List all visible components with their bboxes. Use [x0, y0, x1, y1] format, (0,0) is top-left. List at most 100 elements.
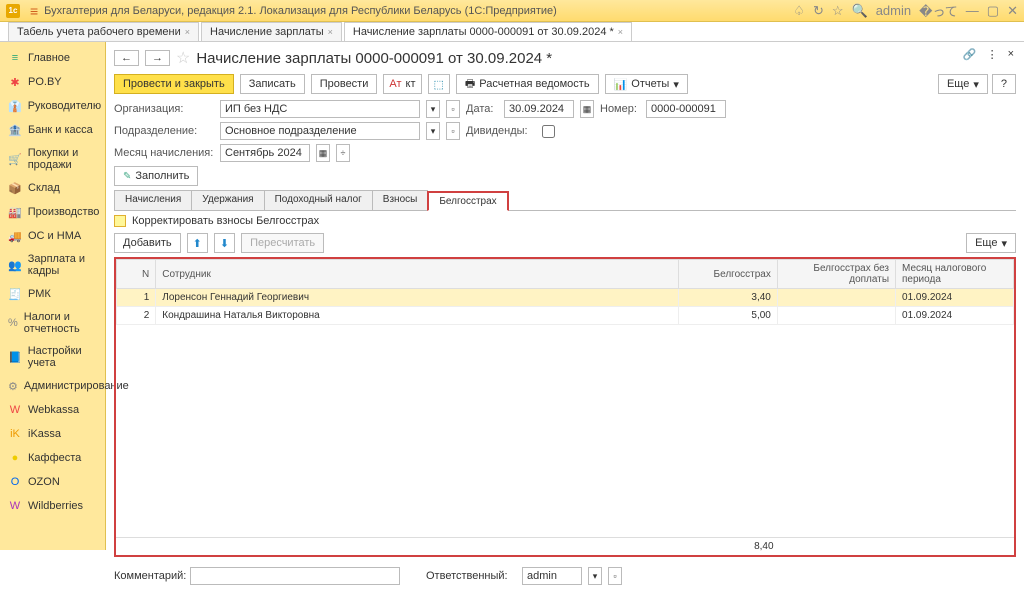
- help-button[interactable]: ?: [992, 74, 1016, 94]
- sidebar-icon: 🛒: [8, 152, 22, 166]
- adjust-checkbox[interactable]: [114, 215, 126, 227]
- stepper-icon[interactable]: ÷: [336, 144, 350, 162]
- move-down-button[interactable]: ⬇: [214, 233, 235, 253]
- search-icon[interactable]: 🔍: [852, 3, 868, 19]
- more-icon[interactable]: ⋮: [987, 48, 998, 61]
- sidebar-item[interactable]: ●Каффеста: [0, 446, 105, 470]
- link-icon[interactable]: 🔗: [963, 48, 977, 61]
- menu-icon[interactable]: ≡: [30, 3, 38, 19]
- main-tab-active[interactable]: Начисление зарплаты 0000-000091 от 30.09…: [344, 22, 632, 41]
- tab-accruals[interactable]: Начисления: [114, 190, 192, 210]
- nav-fwd[interactable]: →: [145, 50, 170, 66]
- sidebar-icon: 👥: [8, 258, 22, 272]
- sidebar-item[interactable]: WWildberries: [0, 494, 105, 518]
- num-field[interactable]: [646, 100, 726, 118]
- table-row[interactable]: 1Лоренсон Геннадий Георгиевич3,4001.09.2…: [117, 289, 1014, 307]
- minimize-icon[interactable]: —: [966, 3, 979, 18]
- data-table: N Сотрудник Белгосстрах Белгосстрах без …: [116, 259, 1014, 325]
- sidebar-item[interactable]: WWebkassa: [0, 398, 105, 422]
- sidebar-item[interactable]: %Налоги и отчетность: [0, 306, 105, 340]
- favorite-icon[interactable]: ☆: [176, 48, 190, 68]
- col-tax-month[interactable]: Месяц налогового периода: [896, 260, 1014, 289]
- month-field[interactable]: [220, 144, 310, 162]
- tab-deductions[interactable]: Удержания: [191, 190, 264, 210]
- settings-icon[interactable]: �って: [919, 1, 958, 20]
- tab-contributions[interactable]: Взносы: [372, 190, 429, 210]
- dropdown-icon[interactable]: ▾: [426, 100, 440, 118]
- sidebar-item[interactable]: iKiKassa: [0, 422, 105, 446]
- main-tab[interactable]: Начисление зарплаты×: [201, 22, 342, 41]
- tab-belgosstrakh[interactable]: Белгосстрах: [427, 191, 508, 211]
- org-field[interactable]: [220, 100, 420, 118]
- sidebar-item[interactable]: ≡Главное: [0, 46, 105, 70]
- history-icon[interactable]: ↻: [813, 3, 824, 19]
- sidebar-label: ОС и НМА: [28, 230, 81, 242]
- dept-field[interactable]: [220, 122, 420, 140]
- dropdown-icon[interactable]: ▾: [426, 122, 440, 140]
- sidebar-icon: W: [8, 403, 22, 417]
- close-panel-icon[interactable]: ×: [1008, 48, 1014, 61]
- user-name[interactable]: admin: [876, 3, 911, 18]
- table-row[interactable]: 2Кондрашина Наталья Викторовна5,0001.09.…: [117, 307, 1014, 325]
- more-button[interactable]: Еще ▾: [938, 74, 988, 94]
- col-n[interactable]: N: [117, 260, 156, 289]
- sidebar-item[interactable]: 🚚ОС и НМА: [0, 224, 105, 248]
- tab-close-icon[interactable]: ×: [618, 27, 623, 37]
- fill-button[interactable]: ✎Заполнить: [114, 166, 198, 186]
- sidebar-item[interactable]: 👥Зарплата и кадры: [0, 248, 105, 282]
- sidebar-label: iKassa: [28, 428, 61, 440]
- sidebar-item[interactable]: 🛒Покупки и продажи: [0, 142, 105, 176]
- dt-kt-icon[interactable]: Аткт: [383, 74, 421, 94]
- date-field[interactable]: [504, 100, 574, 118]
- sidebar-item[interactable]: 🏭Производство: [0, 200, 105, 224]
- tab-close-icon[interactable]: ×: [328, 27, 333, 37]
- sidebar-item[interactable]: 📦Склад: [0, 176, 105, 200]
- main-tab[interactable]: Табель учета рабочего времени×: [8, 22, 199, 41]
- comment-field[interactable]: [190, 567, 400, 585]
- sidebar-item[interactable]: 🏦Банк и касса: [0, 118, 105, 142]
- sidebar-label: РМК: [28, 288, 51, 300]
- payslip-button[interactable]: 🖶Расчетная ведомость: [456, 74, 599, 94]
- sidebar-item[interactable]: 📘Настройки учета: [0, 340, 105, 374]
- post-button[interactable]: Провести: [311, 74, 378, 94]
- sidebar-icon: ≡: [8, 51, 22, 65]
- sidebar-icon: ✱: [8, 75, 22, 89]
- total-belgosstrakh: 8,40: [682, 538, 780, 555]
- reports-button[interactable]: 📊Отчеты ▾: [605, 74, 688, 94]
- nav-back[interactable]: ←: [114, 50, 139, 66]
- col-belgosstrakh-no-extra[interactable]: Белгосстрах без доплаты: [777, 260, 895, 289]
- dept-label: Подразделение:: [114, 125, 214, 137]
- sidebar-item[interactable]: ⚙Администрирование: [0, 374, 105, 398]
- close-icon[interactable]: ✕: [1007, 3, 1018, 19]
- move-up-button[interactable]: ⬆: [187, 233, 208, 253]
- sidebar-item[interactable]: 👔Руководителю: [0, 94, 105, 118]
- month-label: Месяц начисления:: [114, 147, 214, 159]
- add-button[interactable]: Добавить: [114, 233, 181, 253]
- open-icon[interactable]: ▫: [608, 567, 622, 585]
- open-icon[interactable]: ▫: [446, 100, 460, 118]
- bell-icon[interactable]: ♤: [793, 3, 805, 19]
- star-icon[interactable]: ☆: [832, 3, 844, 19]
- tab-close-icon[interactable]: ×: [185, 27, 190, 37]
- sidebar-item[interactable]: ✱PO.BY: [0, 70, 105, 94]
- maximize-icon[interactable]: ▢: [987, 3, 999, 19]
- sidebar-label: Руководителю: [28, 100, 101, 112]
- structure-icon[interactable]: ⬚: [428, 74, 450, 94]
- col-belgosstrakh[interactable]: Белгосстрах: [678, 260, 777, 289]
- open-icon[interactable]: ▫: [446, 122, 460, 140]
- tab-income-tax[interactable]: Подоходный налог: [264, 190, 373, 210]
- sidebar-item[interactable]: 🧾РМК: [0, 282, 105, 306]
- save-button[interactable]: Записать: [240, 74, 305, 94]
- sidebar-icon: 📘: [8, 350, 22, 364]
- table-more-button[interactable]: Еще ▾: [966, 233, 1016, 253]
- post-close-button[interactable]: Провести и закрыть: [114, 74, 234, 94]
- responsible-field[interactable]: [522, 567, 582, 585]
- col-employee[interactable]: Сотрудник: [156, 260, 679, 289]
- dividends-checkbox[interactable]: [542, 125, 555, 138]
- doc-tabs: Начисления Удержания Подоходный налог Вз…: [114, 190, 1016, 211]
- dropdown-icon[interactable]: ▾: [588, 567, 602, 585]
- calendar-icon[interactable]: ▦: [580, 100, 594, 118]
- calendar-icon[interactable]: ▦: [316, 144, 330, 162]
- main-area: 🔗 ⋮ × ← → ☆ Начисление зарплаты 0000-000…: [106, 42, 1024, 550]
- sidebar-item[interactable]: OOZON: [0, 470, 105, 494]
